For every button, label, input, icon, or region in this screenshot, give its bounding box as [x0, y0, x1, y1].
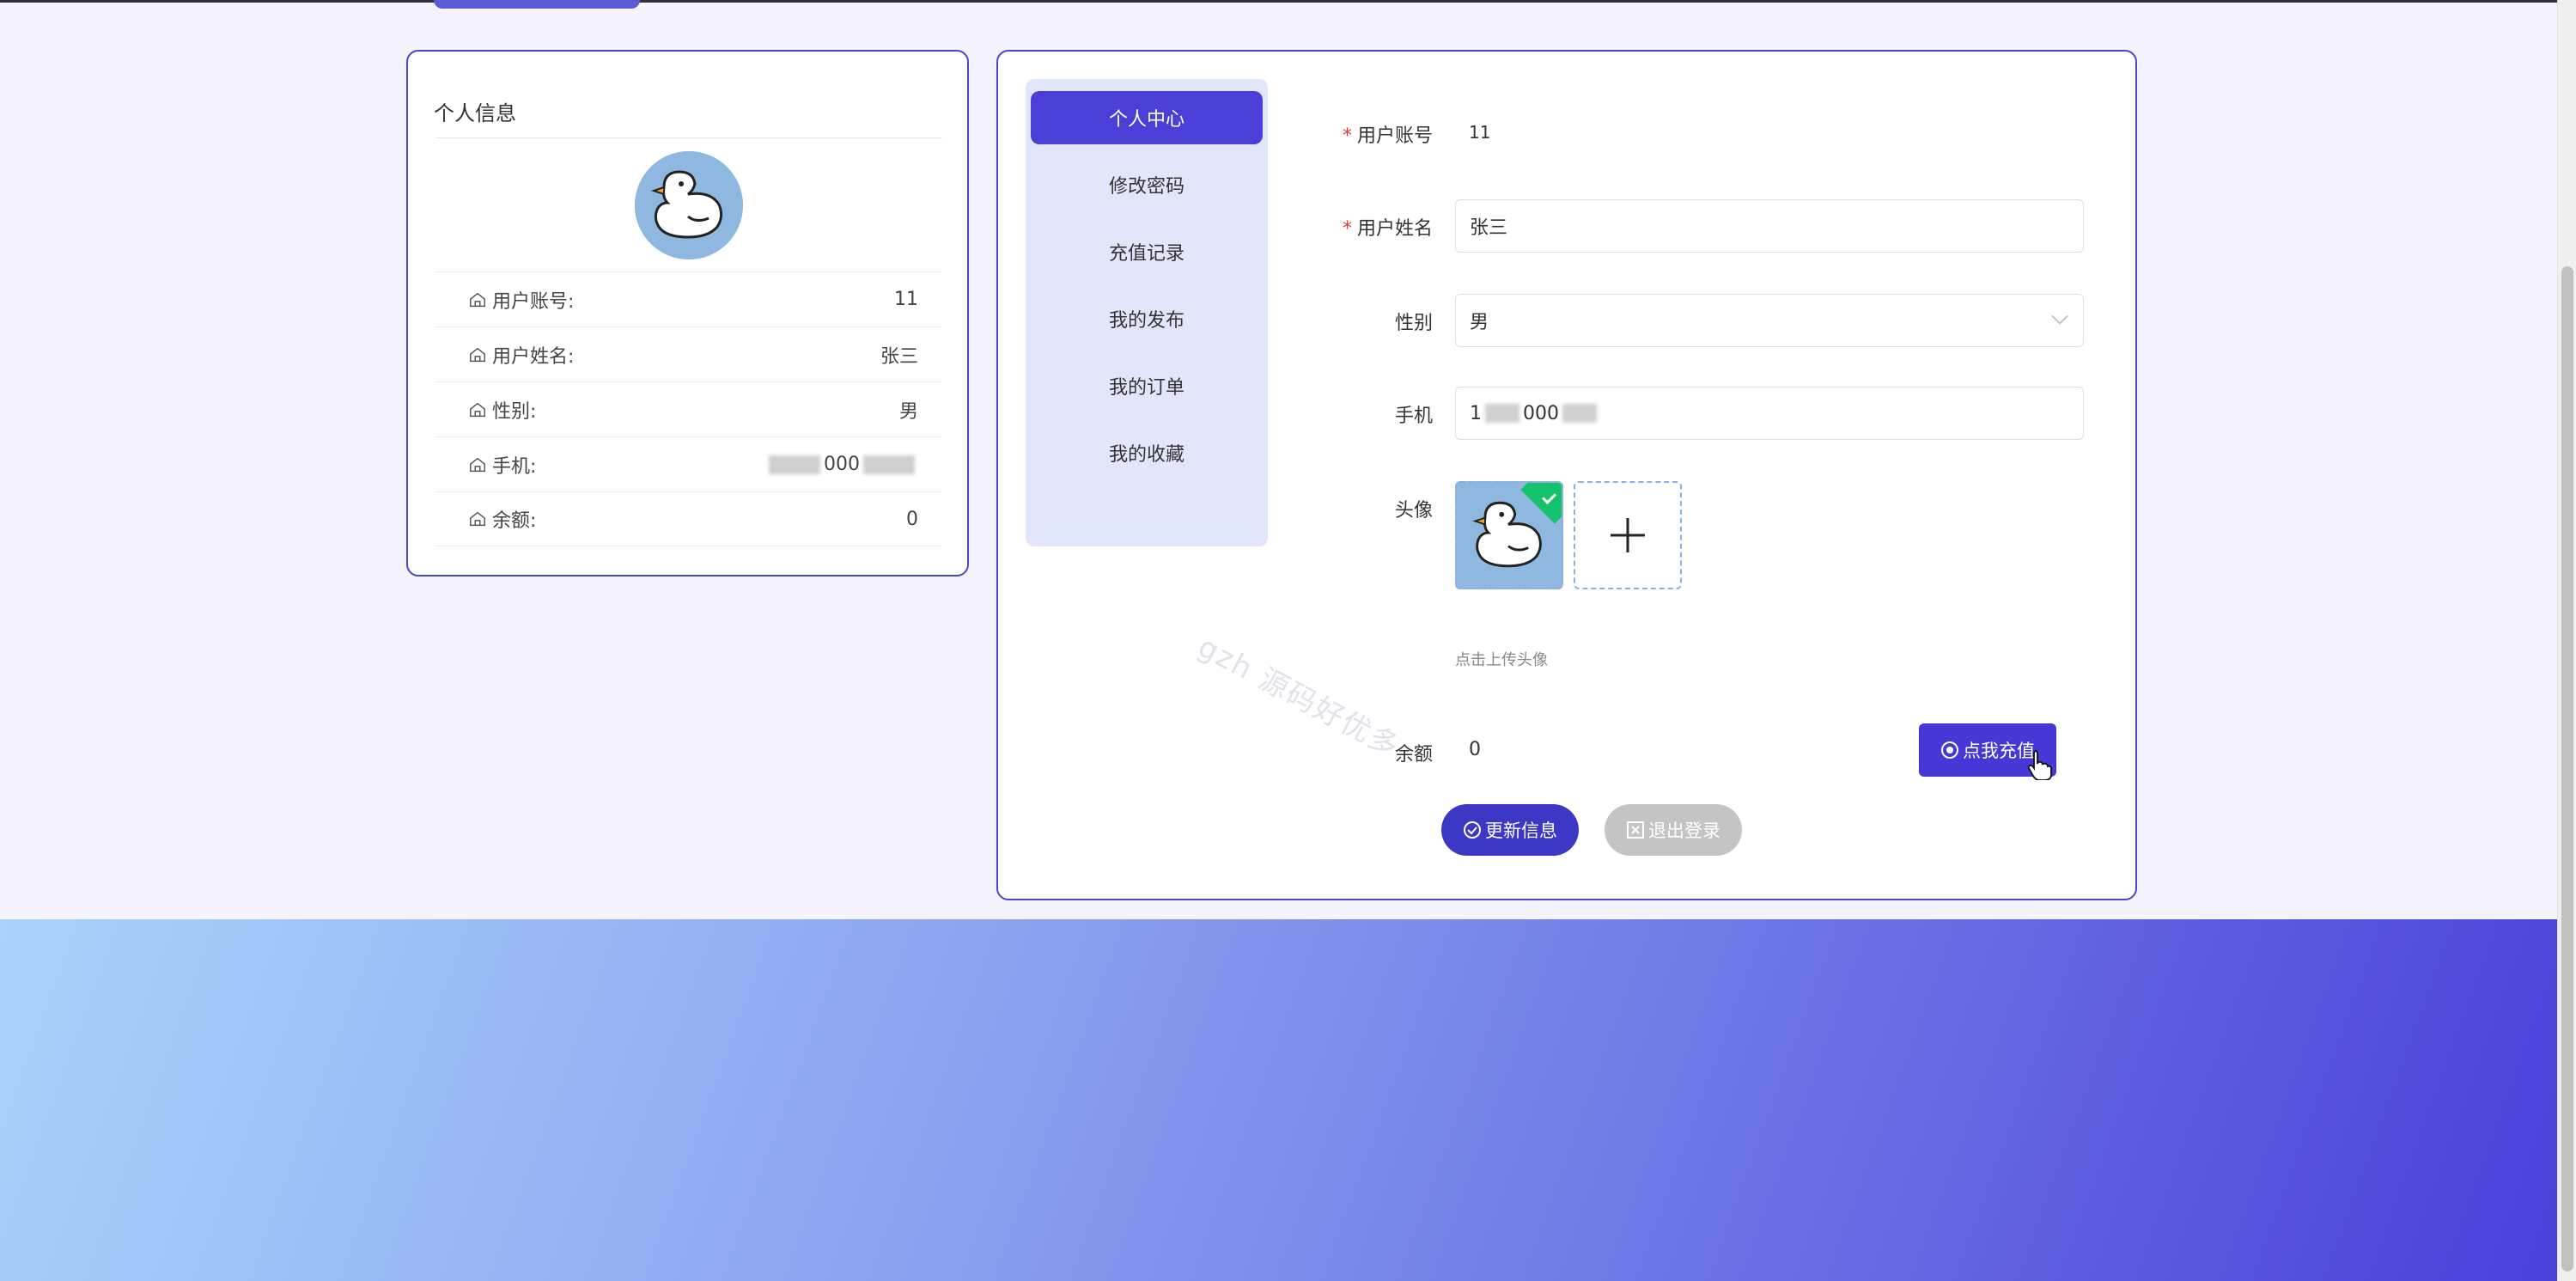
phone-input[interactable]: 1 000	[1455, 387, 2084, 440]
info-label: 手机:	[492, 455, 537, 478]
footer-gradient	[0, 919, 2558, 1281]
home-icon	[470, 457, 485, 472]
profile-info-list: 用户账号: 11 用户姓名: 张三 性别: 男 手机: 000 余额: 0	[435, 271, 942, 546]
divider	[435, 137, 942, 138]
update-info-button[interactable]: 更新信息	[1441, 804, 1579, 856]
profile-edit-card: 个人中心 修改密码 充值记录 我的发布 我的订单 我的收藏 * 用户账号 11 *…	[996, 50, 2137, 900]
header-decoration	[434, 0, 640, 9]
info-value-phone: 000	[765, 454, 918, 475]
name-label: * 用户姓名	[1342, 218, 1433, 240]
watermark: gzh 源码好优多	[1192, 629, 1406, 766]
check-circle-icon	[1464, 821, 1481, 839]
phone-suffix: 000	[1523, 402, 1559, 424]
menu-item-my-favorites[interactable]: 我的收藏	[1031, 426, 1263, 479]
info-label: 余额:	[492, 510, 537, 532]
duck-avatar-icon	[635, 151, 743, 259]
info-row-account: 用户账号: 11	[435, 271, 942, 326]
redacted-blur	[1562, 404, 1597, 423]
avatar-upload-thumbnail[interactable]	[1455, 481, 1563, 589]
logout-label: 退出登录	[1648, 820, 1720, 841]
required-mark: *	[1342, 218, 1352, 240]
phone-label: 手机	[1394, 406, 1433, 427]
info-row-phone: 手机: 000	[435, 436, 942, 491]
account-value: 11	[1469, 122, 1491, 143]
menu-item-recharge-records[interactable]: 充值记录	[1031, 225, 1263, 278]
info-label: 用户账号:	[492, 290, 575, 313]
home-icon	[470, 347, 485, 362]
plus-icon	[1611, 518, 1645, 552]
logout-button[interactable]: 退出登录	[1605, 804, 1742, 856]
gender-value: 男	[1470, 312, 1489, 333]
redacted-blur	[863, 455, 915, 474]
update-label: 更新信息	[1485, 820, 1557, 841]
scrollbar-thumb[interactable]	[2561, 266, 2573, 1272]
home-icon	[470, 511, 485, 527]
balance-value: 0	[1469, 739, 1481, 760]
avatar-label: 头像	[1394, 500, 1433, 522]
phone-prefix: 1	[1470, 402, 1482, 424]
scrollbar[interactable]	[2557, 0, 2576, 1281]
hand-cursor-icon	[2027, 750, 2052, 780]
recharge-label: 点我充值	[1963, 741, 2035, 761]
upload-hint: 点击上传头像	[1455, 651, 1548, 669]
redacted-blur	[769, 455, 820, 474]
side-menu: 个人中心 修改密码 充值记录 我的发布 我的订单 我的收藏	[1026, 79, 1268, 546]
info-row-gender: 性别: 男	[435, 381, 942, 436]
info-value: 11	[894, 289, 918, 310]
required-mark: *	[1342, 125, 1352, 147]
gender-label: 性别	[1394, 313, 1433, 334]
name-input[interactable]: 张三	[1455, 199, 2084, 253]
info-value: 张三	[880, 345, 918, 368]
account-label: * 用户账号	[1342, 125, 1433, 147]
profile-summary-card: 个人信息 用户账号: 11 用户姓名: 张三 性别: 男 手机: 000 余额:	[406, 50, 969, 576]
coin-icon	[1941, 741, 1958, 759]
close-square-icon	[1627, 821, 1644, 839]
chevron-down-icon	[2051, 308, 2068, 325]
menu-item-my-orders[interactable]: 我的订单	[1031, 359, 1263, 412]
menu-item-profile[interactable]: 个人中心	[1031, 91, 1263, 144]
menu-item-my-posts[interactable]: 我的发布	[1031, 292, 1263, 345]
phone-suffix: 000	[824, 454, 860, 475]
avatar	[635, 151, 743, 259]
info-row-name: 用户姓名: 张三	[435, 326, 942, 381]
info-row-balance: 余额: 0	[435, 491, 942, 546]
info-value: 男	[898, 400, 918, 423]
redacted-blur	[1485, 404, 1519, 423]
info-label: 性别:	[492, 400, 537, 423]
menu-item-change-password[interactable]: 修改密码	[1031, 158, 1263, 211]
top-border	[0, 0, 2560, 3]
card-title: 个人信息	[434, 101, 516, 125]
gender-select[interactable]: 男	[1455, 294, 2084, 347]
info-label: 用户姓名:	[492, 345, 575, 368]
home-icon	[470, 402, 485, 417]
info-value: 0	[906, 508, 918, 530]
upload-add-button[interactable]	[1574, 481, 1682, 589]
home-icon	[470, 292, 485, 307]
